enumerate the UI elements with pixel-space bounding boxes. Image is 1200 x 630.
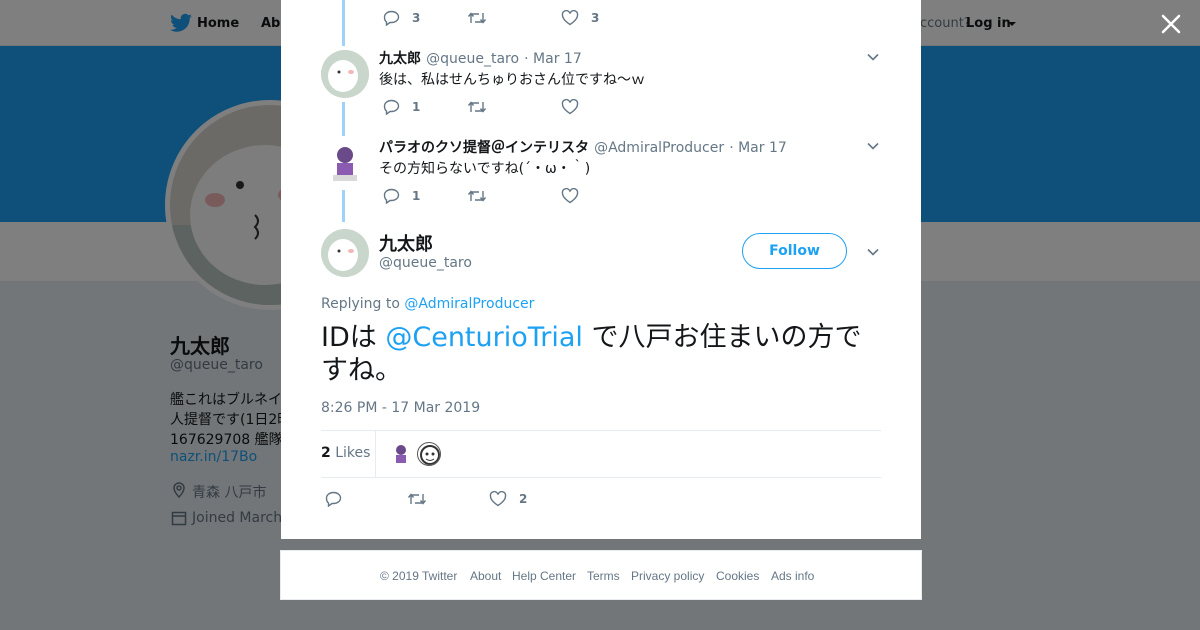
follow-button[interactable]: Follow xyxy=(742,233,847,269)
footer-terms-link[interactable]: Terms xyxy=(587,569,620,583)
reply-count: 1 xyxy=(412,189,421,203)
like-count: 2 xyxy=(519,492,528,506)
close-icon[interactable] xyxy=(1158,11,1184,37)
avatar-illustration-icon xyxy=(396,445,406,463)
reply-button[interactable] xyxy=(325,491,393,507)
reply-icon xyxy=(325,491,342,507)
like-button[interactable] xyxy=(561,188,579,204)
tweet-header: 九太郎 @queue_taro · Mar 17 xyxy=(379,48,582,68)
retweet-button[interactable] xyxy=(407,491,475,507)
reply-button[interactable]: 3 xyxy=(383,10,453,26)
tweet-text: 後は、私はせんちゅりおさん位ですね～ｗ xyxy=(379,72,645,88)
tweet-author-handle[interactable]: @AdmiralProducer xyxy=(594,140,724,156)
main-tweet-text-part: IDは xyxy=(321,322,377,353)
tweet-stats: 2 Likes xyxy=(321,430,881,478)
retweet-icon xyxy=(467,12,487,24)
tweet-text: その方知らないですね(´・ω・｀) xyxy=(379,161,591,177)
thread-line xyxy=(342,0,345,46)
main-tweet-text: IDは @CenturioTrial で八戸お住まいの方ですね。 xyxy=(321,321,881,387)
chevron-down-icon[interactable] xyxy=(866,139,880,153)
thread-line xyxy=(342,190,345,222)
retweet-icon xyxy=(467,101,487,113)
replying-prefix: Replying to xyxy=(321,296,400,312)
likes-count: 2 xyxy=(321,445,331,461)
likes-label: Likes xyxy=(335,445,371,461)
user-avatar[interactable] xyxy=(321,229,369,277)
footer-help-link[interactable]: Help Center xyxy=(512,569,576,583)
like-button[interactable] xyxy=(561,99,579,115)
retweet-button[interactable] xyxy=(467,99,547,115)
avatar-illustration-icon xyxy=(321,139,369,187)
chevron-down-icon[interactable] xyxy=(866,245,880,259)
replying-to-link[interactable]: @AdmiralProducer xyxy=(404,296,534,312)
liker-avatar[interactable] xyxy=(417,442,441,466)
reply-button[interactable]: 1 xyxy=(383,99,453,115)
reply-button[interactable]: 1 xyxy=(383,188,453,204)
tweet-modal: 3 3 九太郎 @queue_taro · Mar 17 後は、私はせんちゅりお… xyxy=(281,0,921,539)
main-tweet-author-name[interactable]: 九太郎 xyxy=(379,230,433,256)
tweet-date[interactable]: · Mar 17 xyxy=(524,51,582,67)
footer-privacy-link[interactable]: Privacy policy xyxy=(631,569,704,583)
main-tweet-author-handle[interactable]: @queue_taro xyxy=(379,255,472,271)
user-avatar[interactable] xyxy=(321,139,369,187)
tweet-author-name[interactable]: パラオのクソ提督＠インテリスタ xyxy=(379,140,589,156)
reply-count: 3 xyxy=(412,11,421,25)
retweet-button[interactable] xyxy=(467,188,547,204)
reply-icon xyxy=(383,10,400,26)
reply-icon xyxy=(383,99,400,115)
heart-icon xyxy=(561,99,579,115)
avatar-illustration-icon xyxy=(420,445,440,465)
like-button[interactable]: 3 xyxy=(561,10,599,26)
liker-avatar[interactable] xyxy=(389,442,413,466)
like-count: 3 xyxy=(591,11,600,25)
heart-icon xyxy=(561,188,579,204)
tweet-date[interactable]: · Mar 17 xyxy=(729,140,787,156)
likes-stat[interactable]: 2 Likes xyxy=(321,445,370,461)
main-tweet-actions: 2 xyxy=(325,491,527,507)
tweet-header: パラオのクソ提督＠インテリスタ @AdmiralProducer · Mar 1… xyxy=(379,137,787,157)
tweet-actions: 3 3 xyxy=(383,10,599,26)
tweet-actions: 1 xyxy=(383,99,579,115)
retweet-icon xyxy=(467,190,487,202)
retweet-icon xyxy=(407,493,427,505)
footer-cookies-link[interactable]: Cookies xyxy=(716,569,759,583)
heart-icon xyxy=(489,491,507,507)
tweet-actions: 1 xyxy=(383,188,579,204)
mention-link[interactable]: @CenturioTrial xyxy=(385,322,583,353)
heart-icon xyxy=(561,10,579,26)
tweet-timestamp[interactable]: 8:26 PM - 17 Mar 2019 xyxy=(321,400,480,416)
avatar-illustration-icon xyxy=(321,50,369,98)
avatar-illustration-icon xyxy=(321,229,369,277)
reply-icon xyxy=(383,188,400,204)
thread-line xyxy=(342,102,345,136)
footer-about-link[interactable]: About xyxy=(470,569,501,583)
footer-copyright: © 2019 Twitter xyxy=(380,569,458,583)
replying-to: Replying to @AdmiralProducer xyxy=(321,296,534,312)
reply-count: 1 xyxy=(412,100,421,114)
tweet-author-handle[interactable]: @queue_taro xyxy=(426,51,519,67)
modal-footer: © 2019 Twitter About Help Center Terms P… xyxy=(280,550,922,600)
retweet-button[interactable] xyxy=(467,10,547,26)
user-avatar[interactable] xyxy=(321,50,369,98)
tweet-author-name[interactable]: 九太郎 xyxy=(379,51,421,67)
like-button[interactable]: 2 xyxy=(489,491,527,507)
stats-divider xyxy=(375,431,376,477)
footer-ads-link[interactable]: Ads info xyxy=(771,569,814,583)
chevron-down-icon[interactable] xyxy=(866,50,880,64)
